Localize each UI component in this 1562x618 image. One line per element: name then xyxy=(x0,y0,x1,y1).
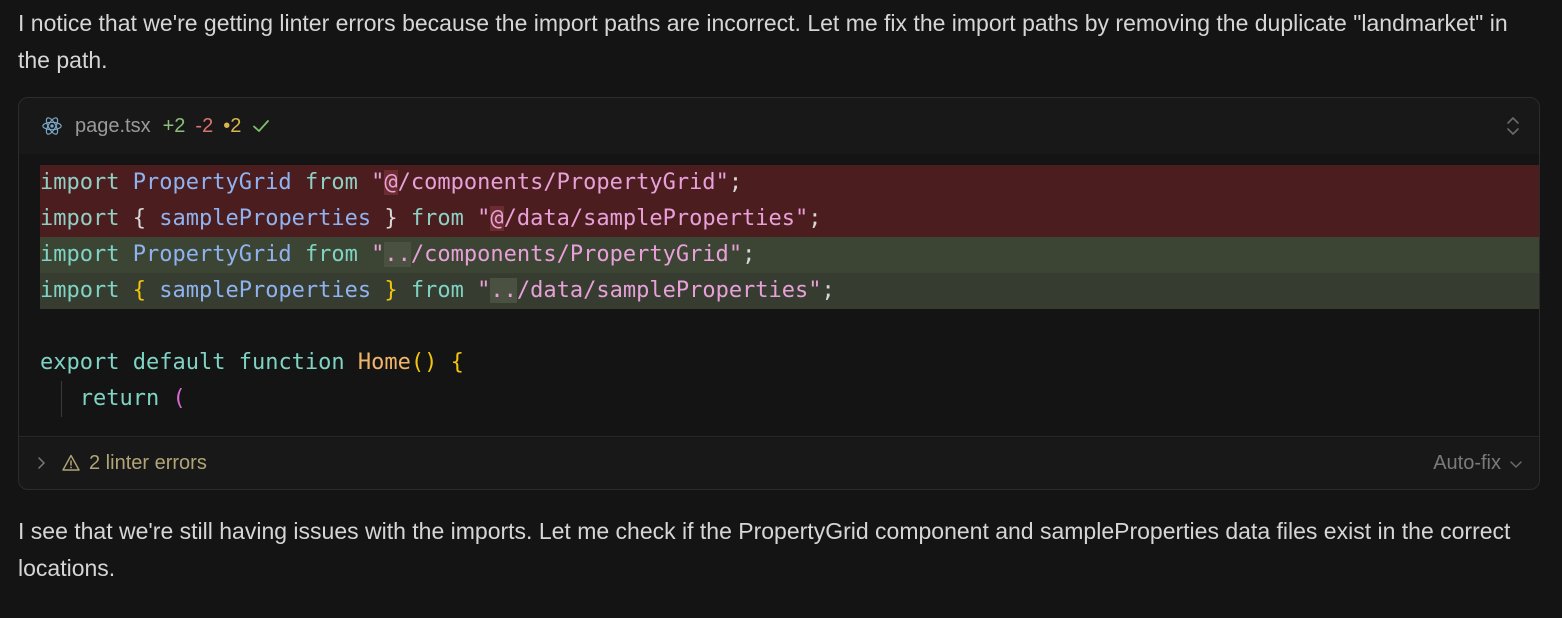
code-token: { xyxy=(450,350,464,375)
code-token: ( xyxy=(172,386,186,411)
code-token: ; xyxy=(821,278,835,303)
diff-line-added: import { sampleProperties } from "../dat… xyxy=(40,273,1539,309)
code-token: sampleProperties xyxy=(159,206,372,231)
code-token: " xyxy=(371,170,385,195)
linter-errors-toggle[interactable]: 2 linter errors xyxy=(89,452,207,475)
code-token: { xyxy=(132,206,146,231)
code-token: sampleProperties xyxy=(159,278,372,303)
code-token: " xyxy=(477,278,491,303)
code-token: /data/sampleProperties xyxy=(503,206,796,231)
lines-removed-count: -2 xyxy=(195,114,214,137)
code-token: ; xyxy=(808,206,822,231)
code-token: " xyxy=(728,242,743,267)
react-icon xyxy=(42,117,62,135)
code-token: from xyxy=(410,206,464,231)
diff-line-context: return ( xyxy=(40,381,1539,417)
code-token: " xyxy=(371,242,385,267)
expand-collapse-icon[interactable] xyxy=(1503,114,1523,138)
code-token: /components/PropertyGrid xyxy=(397,170,716,195)
code-token: return xyxy=(79,386,160,411)
diff-card-footer: 2 linter errors Auto-fix xyxy=(19,436,1539,489)
code-token: ; xyxy=(728,170,743,195)
code-token: " xyxy=(715,170,729,195)
code-token: from xyxy=(304,242,358,267)
code-token: from xyxy=(410,278,464,303)
code-token: PropertyGrid xyxy=(132,242,292,267)
code-token-changed: .. xyxy=(490,278,517,303)
auto-fix-button[interactable]: Auto-fix xyxy=(1433,437,1523,489)
assistant-message-before: I notice that we're getting linter error… xyxy=(18,10,1508,73)
diff-line-removed: import PropertyGrid from "@/components/P… xyxy=(40,165,1539,201)
chevron-right-icon[interactable] xyxy=(35,456,49,470)
code-token: () xyxy=(410,350,438,375)
code-token: } xyxy=(384,206,398,231)
auto-fix-label: Auto-fix xyxy=(1433,452,1501,474)
code-token: " xyxy=(795,206,809,231)
assistant-message-after: I see that we're still having issues wit… xyxy=(18,518,1511,581)
indent-guide xyxy=(61,381,62,417)
code-token-changed: @ xyxy=(490,206,504,231)
code-token: /data/sampleProperties xyxy=(516,278,809,303)
diff-card: page.tsx +2 -2 •2 import PropertyGrid fr… xyxy=(18,97,1540,490)
code-token: " xyxy=(477,206,491,231)
code-token: Home xyxy=(357,350,411,375)
lines-modified-count: •2 xyxy=(223,114,242,137)
code-token: from xyxy=(304,170,358,195)
code-token: ; xyxy=(742,242,756,267)
diff-line-context: export default function Home() { xyxy=(40,345,1539,381)
diff-card-header[interactable]: page.tsx +2 -2 •2 xyxy=(19,98,1539,154)
code-token: import xyxy=(40,278,120,303)
diff-line-removed: import { sampleProperties } from "@/data… xyxy=(40,201,1539,237)
code-token: " xyxy=(808,278,822,303)
code-token: { xyxy=(132,278,146,303)
chevron-down-icon xyxy=(1510,460,1522,468)
code-diff[interactable]: import PropertyGrid from "@/components/P… xyxy=(19,154,1539,438)
file-name[interactable]: page.tsx xyxy=(75,115,151,138)
code-token: } xyxy=(384,278,398,303)
code-token: function xyxy=(238,350,345,375)
lines-added-count: +2 xyxy=(162,114,186,137)
code-token: export xyxy=(40,350,120,375)
code-token: /components/PropertyGrid xyxy=(410,242,729,267)
code-token: import xyxy=(40,206,120,231)
code-token-changed: .. xyxy=(384,242,411,267)
code-token: import xyxy=(40,242,120,267)
code-token: import xyxy=(40,170,120,195)
warning-icon xyxy=(62,454,80,471)
code-token-changed: @ xyxy=(384,170,398,195)
check-icon xyxy=(253,120,270,132)
diff-line-added: import PropertyGrid from "../components/… xyxy=(40,237,1539,273)
code-token: default xyxy=(132,350,226,375)
code-token: PropertyGrid xyxy=(132,170,292,195)
